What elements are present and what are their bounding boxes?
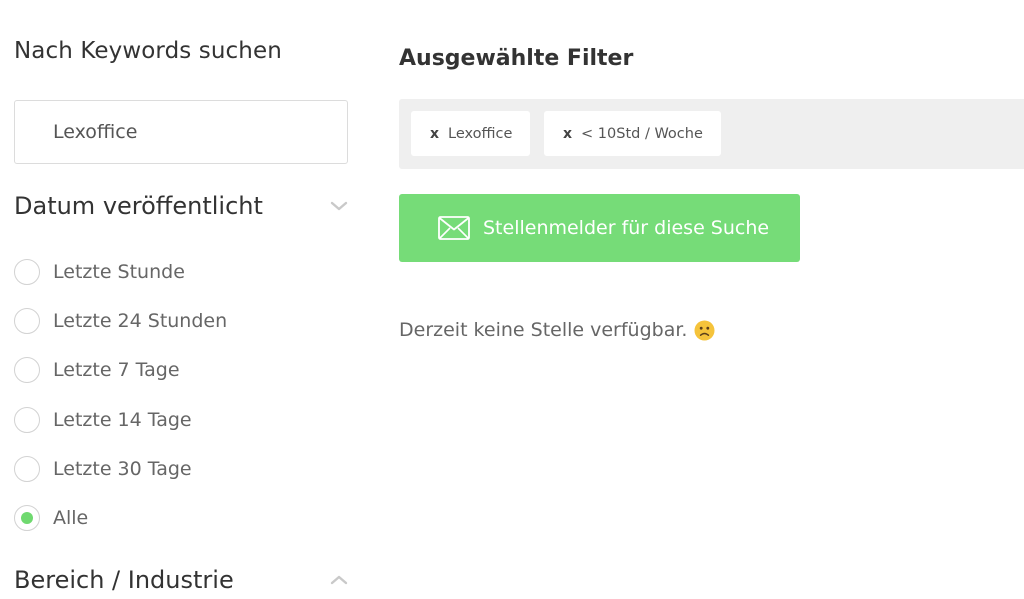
chevron-down-icon[interactable] [328, 195, 350, 217]
date-option-last-14-days[interactable]: Letzte 14 Tage [14, 406, 314, 434]
filter-chip-label: Lexoffice [448, 125, 513, 142]
radio-button-selected[interactable] [14, 505, 40, 531]
no-results-text: Derzeit keine Stelle verfügbar. [399, 319, 688, 341]
sad-face-emoji-icon [694, 320, 715, 341]
radio-button[interactable] [14, 259, 40, 285]
remove-filter-icon[interactable]: x [430, 126, 439, 142]
date-option-label: Letzte 14 Tage [53, 409, 192, 431]
date-published-section-header[interactable]: Datum veröffentlicht [14, 190, 350, 222]
industry-title: Bereich / Industrie [14, 566, 234, 594]
date-option-last-hour[interactable]: Letzte Stunde [14, 258, 314, 286]
date-option-label: Letzte 30 Tage [53, 458, 192, 480]
date-option-label: Letzte Stunde [53, 261, 185, 283]
envelope-icon [438, 216, 470, 240]
job-alert-button-label: Stellenmelder für diese Suche [483, 217, 770, 239]
filter-chip-label: < 10Std / Woche [581, 125, 703, 142]
date-option-label: Letzte 24 Stunden [53, 310, 228, 332]
date-option-label: Alle [53, 507, 89, 529]
chevron-up-icon[interactable] [328, 569, 350, 591]
radio-button[interactable] [14, 456, 40, 482]
job-alert-button[interactable]: Stellenmelder für diese Suche [399, 194, 800, 262]
filter-chip-hours[interactable]: x < 10Std / Woche [544, 111, 721, 156]
job-search-page: Nach Keywords suchen Datum veröffentlich… [0, 0, 1024, 599]
date-option-last-7-days[interactable]: Letzte 7 Tage [14, 356, 314, 384]
date-option-last-24-hours[interactable]: Letzte 24 Stunden [14, 307, 314, 335]
date-published-title: Datum veröffentlicht [14, 192, 263, 220]
radio-selected-dot [21, 512, 33, 524]
remove-filter-icon[interactable]: x [563, 126, 572, 142]
radio-button[interactable] [14, 407, 40, 433]
no-results-message: Derzeit keine Stelle verfügbar. [399, 319, 715, 341]
filter-chip-lexoffice[interactable]: x Lexoffice [411, 111, 531, 156]
selected-filters-title: Ausgewählte Filter [399, 46, 634, 71]
date-option-label: Letzte 7 Tage [53, 359, 180, 381]
date-option-last-30-days[interactable]: Letzte 30 Tage [14, 455, 314, 483]
keyword-search-input[interactable] [14, 100, 348, 164]
selected-filters-bar: x Lexoffice x < 10Std / Woche [399, 99, 1024, 169]
keyword-search-title: Nach Keywords suchen [14, 38, 282, 64]
date-option-all[interactable]: Alle [14, 504, 314, 532]
radio-button[interactable] [14, 308, 40, 334]
industry-section-header[interactable]: Bereich / Industrie [14, 564, 350, 596]
radio-button[interactable] [14, 357, 40, 383]
